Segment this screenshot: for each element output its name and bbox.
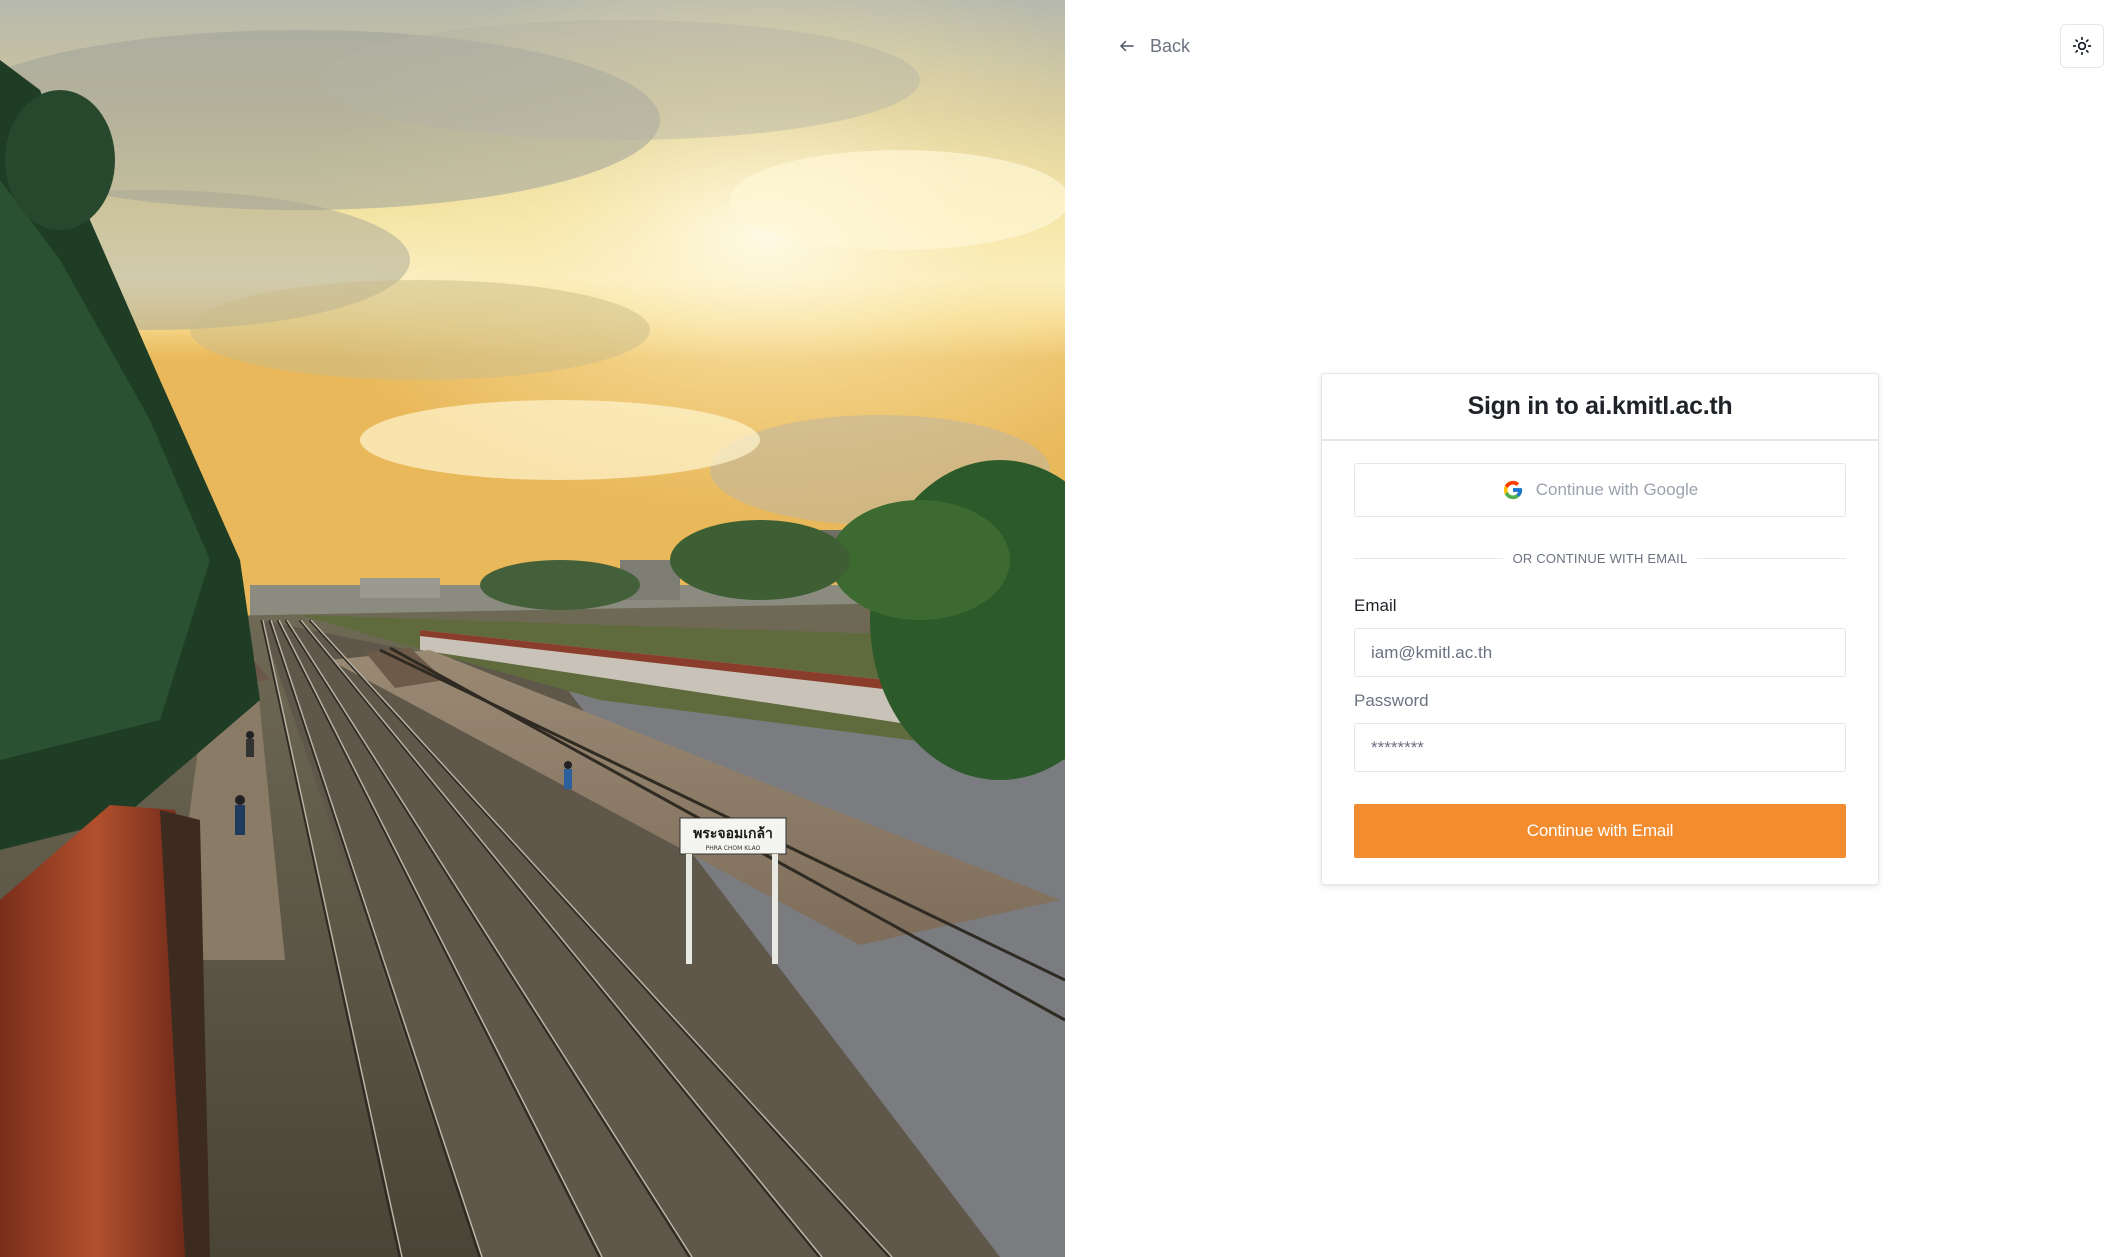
email-field[interactable] — [1354, 628, 1846, 677]
divider-line-right — [1697, 557, 1847, 559]
railway-sunset-image: พระจอมเกล้า PHRA CHOM KLAO — [0, 0, 1065, 1257]
signin-card-body: Continue with Google OR CONTINUE WITH EM… — [1322, 441, 1878, 858]
signin-page: พระจอมเกล้า PHRA CHOM KLAO Back Sign in … — [0, 0, 2126, 1257]
signin-title: Sign in to ai.kmitl.ac.th — [1467, 392, 1733, 420]
google-icon — [1503, 480, 1522, 500]
auth-panel: Back Sign in to ai.kmitl.ac.th Continue … — [1065, 0, 2126, 1257]
station-sign-text: พระจอมเกล้า — [693, 826, 773, 842]
back-link-label: Back — [1150, 35, 1191, 56]
signin-card-header: Sign in to ai.kmitl.ac.th — [1322, 374, 1878, 441]
password-field[interactable] — [1354, 723, 1846, 772]
station-sign-subtext: PHRA CHOM KLAO — [706, 845, 761, 852]
continue-with-email-button[interactable]: Continue with Email — [1354, 804, 1846, 858]
google-button-label: Continue with Google — [1535, 480, 1699, 499]
divider-line-left — [1354, 557, 1503, 559]
email-label: Email — [1354, 596, 1397, 615]
sun-icon — [2072, 36, 2092, 56]
back-link[interactable]: Back — [1112, 30, 1196, 62]
divider-text: OR CONTINUE WITH EMAIL — [1512, 550, 1688, 566]
or-divider: OR CONTINUE WITH EMAIL — [1354, 548, 1847, 568]
continue-with-google-button[interactable]: Continue with Google — [1354, 463, 1846, 517]
password-label: Password — [1354, 691, 1429, 710]
arrow-left-icon — [1120, 40, 1134, 52]
hero-photo: พระจอมเกล้า PHRA CHOM KLAO — [0, 0, 1065, 1257]
theme-toggle-button[interactable] — [2060, 24, 2104, 68]
signin-card: Sign in to ai.kmitl.ac.th Continue with … — [1321, 373, 1879, 885]
